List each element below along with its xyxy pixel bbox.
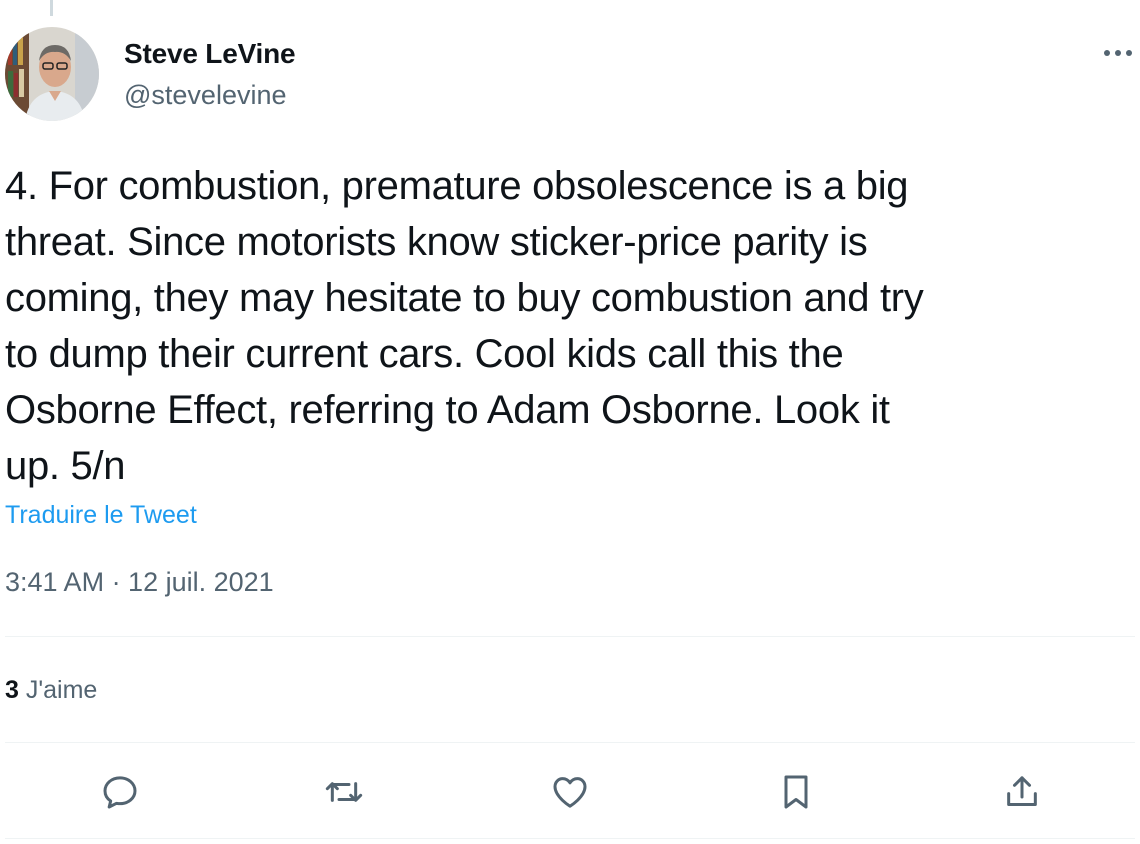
- more-icon: [1104, 50, 1132, 56]
- like-button[interactable]: [548, 770, 592, 814]
- bookmark-button[interactable]: [774, 770, 818, 814]
- reply-button[interactable]: [98, 770, 142, 814]
- author-handle[interactable]: @stevelevine: [124, 80, 287, 111]
- share-button[interactable]: [1000, 770, 1044, 814]
- thread-connector: [50, 0, 53, 16]
- divider: [5, 742, 1135, 743]
- tweet-text-line: to dump their current cars. Cool kids ca…: [5, 332, 844, 376]
- author-name[interactable]: Steve LeVine: [124, 38, 296, 70]
- tweet-timestamp[interactable]: 3:41 AM · 12 juil. 2021: [5, 567, 274, 598]
- avatar-photo: [5, 27, 99, 121]
- share-icon: [1007, 776, 1037, 806]
- retweet-icon: [325, 782, 363, 802]
- tweet-text: 4. For combustion, premature obsolescenc…: [5, 158, 1137, 494]
- avatar[interactable]: [5, 27, 99, 121]
- likes-count: 3: [5, 676, 19, 704]
- likes-label: J'aime: [25, 676, 98, 704]
- more-button[interactable]: [1098, 38, 1138, 68]
- tweet-text-line: threat. Since motorists know sticker-pri…: [5, 220, 868, 264]
- translate-link[interactable]: Traduire le Tweet: [5, 501, 197, 530]
- likes-stat[interactable]: 3 J'aime: [5, 676, 97, 705]
- heart-icon: [553, 777, 587, 808]
- reply-icon: [103, 776, 137, 809]
- tweet-text-line: 4. For combustion, premature obsolescenc…: [5, 164, 909, 208]
- bookmark-icon: [784, 775, 808, 809]
- divider: [5, 636, 1135, 637]
- divider: [5, 838, 1135, 839]
- retweet-button[interactable]: [322, 770, 366, 814]
- tweet-text-line: Osborne Effect, referring to Adam Osborn…: [5, 388, 890, 432]
- tweet-text-line: coming, they may hesitate to buy combust…: [5, 276, 924, 320]
- tweet-text-line: up. 5/n: [5, 444, 126, 488]
